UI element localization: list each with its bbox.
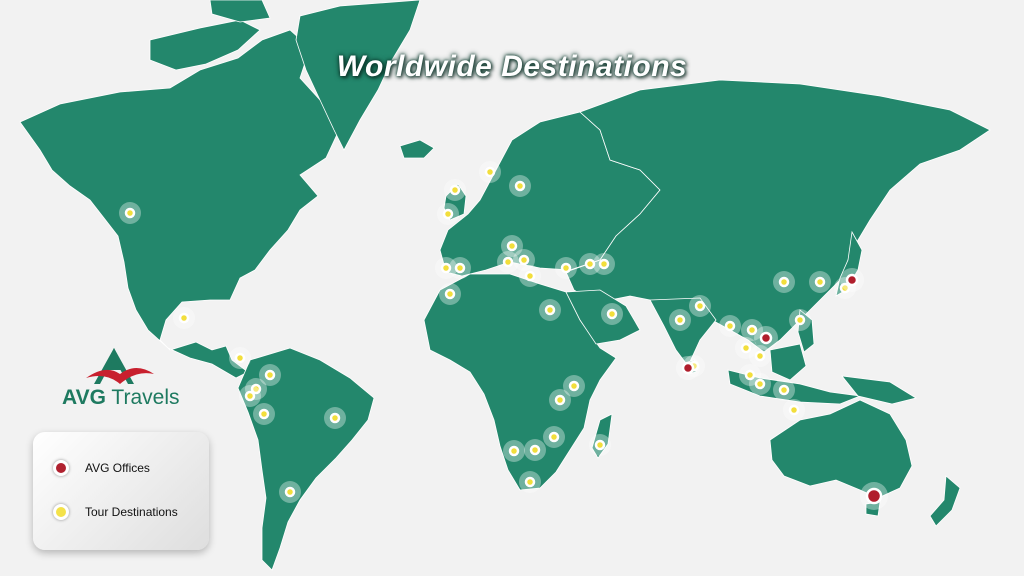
tour-destination-marker[interactable] — [258, 408, 270, 420]
tour-destination-marker[interactable] — [548, 431, 560, 443]
iceland — [399, 139, 435, 159]
office-marker-japan[interactable] — [845, 273, 859, 287]
tour-destination-marker[interactable] — [506, 240, 518, 252]
tour-destination-marker[interactable] — [514, 180, 526, 192]
brand-name-part2: Travels — [111, 386, 180, 409]
tour-destination-marker[interactable] — [754, 350, 766, 362]
tour-destination-marker[interactable] — [508, 445, 520, 457]
tour-destination-marker[interactable] — [724, 320, 736, 332]
tour-destination-marker[interactable] — [284, 486, 296, 498]
tour-destination-marker[interactable] — [594, 439, 606, 451]
page-title: Worldwide Destinations — [336, 50, 688, 83]
tour-destination-marker[interactable] — [554, 394, 566, 406]
tour-destination-marker[interactable] — [674, 314, 686, 326]
tour-marker-icon — [53, 504, 69, 520]
tour-destination-marker[interactable] — [788, 404, 800, 416]
tour-destination-marker[interactable] — [584, 258, 596, 270]
tour-destination-marker[interactable] — [234, 352, 246, 364]
tour-destination-marker[interactable] — [794, 314, 806, 326]
tour-destination-marker[interactable] — [449, 184, 461, 196]
legend: AVG Offices Tour Destinations — [33, 432, 209, 550]
tour-destination-marker[interactable] — [264, 369, 276, 381]
borneo — [769, 343, 807, 381]
brand-name: AVG Travels — [62, 386, 180, 410]
tour-destination-marker[interactable] — [544, 304, 556, 316]
office-marker-australia[interactable] — [865, 487, 883, 505]
new-guinea — [841, 375, 918, 405]
legend-item-offices: AVG Offices — [53, 460, 150, 476]
tour-destination-marker[interactable] — [244, 390, 256, 402]
tour-destination-marker[interactable] — [454, 262, 466, 274]
brand-name-part1: AVG — [62, 386, 106, 409]
tour-destination-marker[interactable] — [442, 208, 454, 220]
tour-destination-marker[interactable] — [740, 342, 752, 354]
tour-destination-marker[interactable] — [178, 312, 190, 324]
tour-destination-marker[interactable] — [778, 276, 790, 288]
tour-destination-marker[interactable] — [754, 378, 766, 390]
office-marker-icon — [53, 460, 69, 476]
new-zealand — [929, 475, 961, 527]
tour-destination-marker[interactable] — [606, 308, 618, 320]
legend-label-tours: Tour Destinations — [85, 505, 178, 519]
tour-destination-marker[interactable] — [124, 207, 136, 219]
tour-destination-marker[interactable] — [568, 380, 580, 392]
tour-destination-marker[interactable] — [518, 254, 530, 266]
tour-destination-marker[interactable] — [560, 262, 572, 274]
tour-destination-marker[interactable] — [778, 384, 790, 396]
office-marker-sri-lanka[interactable] — [681, 361, 695, 375]
tour-destination-marker[interactable] — [529, 444, 541, 456]
tour-destination-marker[interactable] — [814, 276, 826, 288]
legend-label-offices: AVG Offices — [85, 461, 150, 475]
legend-item-tours: Tour Destinations — [53, 504, 178, 520]
arctic-islands-2 — [209, 0, 271, 23]
tour-destination-marker[interactable] — [329, 412, 341, 424]
tour-destination-marker[interactable] — [440, 262, 452, 274]
tour-destination-marker[interactable] — [502, 256, 514, 268]
tour-destination-marker[interactable] — [524, 270, 536, 282]
tour-destination-marker[interactable] — [484, 166, 496, 178]
tour-destination-marker[interactable] — [598, 258, 610, 270]
tour-destination-marker[interactable] — [444, 288, 456, 300]
tour-destination-marker[interactable] — [524, 476, 536, 488]
office-marker-vietnam[interactable] — [759, 331, 773, 345]
tour-destination-marker[interactable] — [694, 300, 706, 312]
tour-destination-marker[interactable] — [746, 324, 758, 336]
